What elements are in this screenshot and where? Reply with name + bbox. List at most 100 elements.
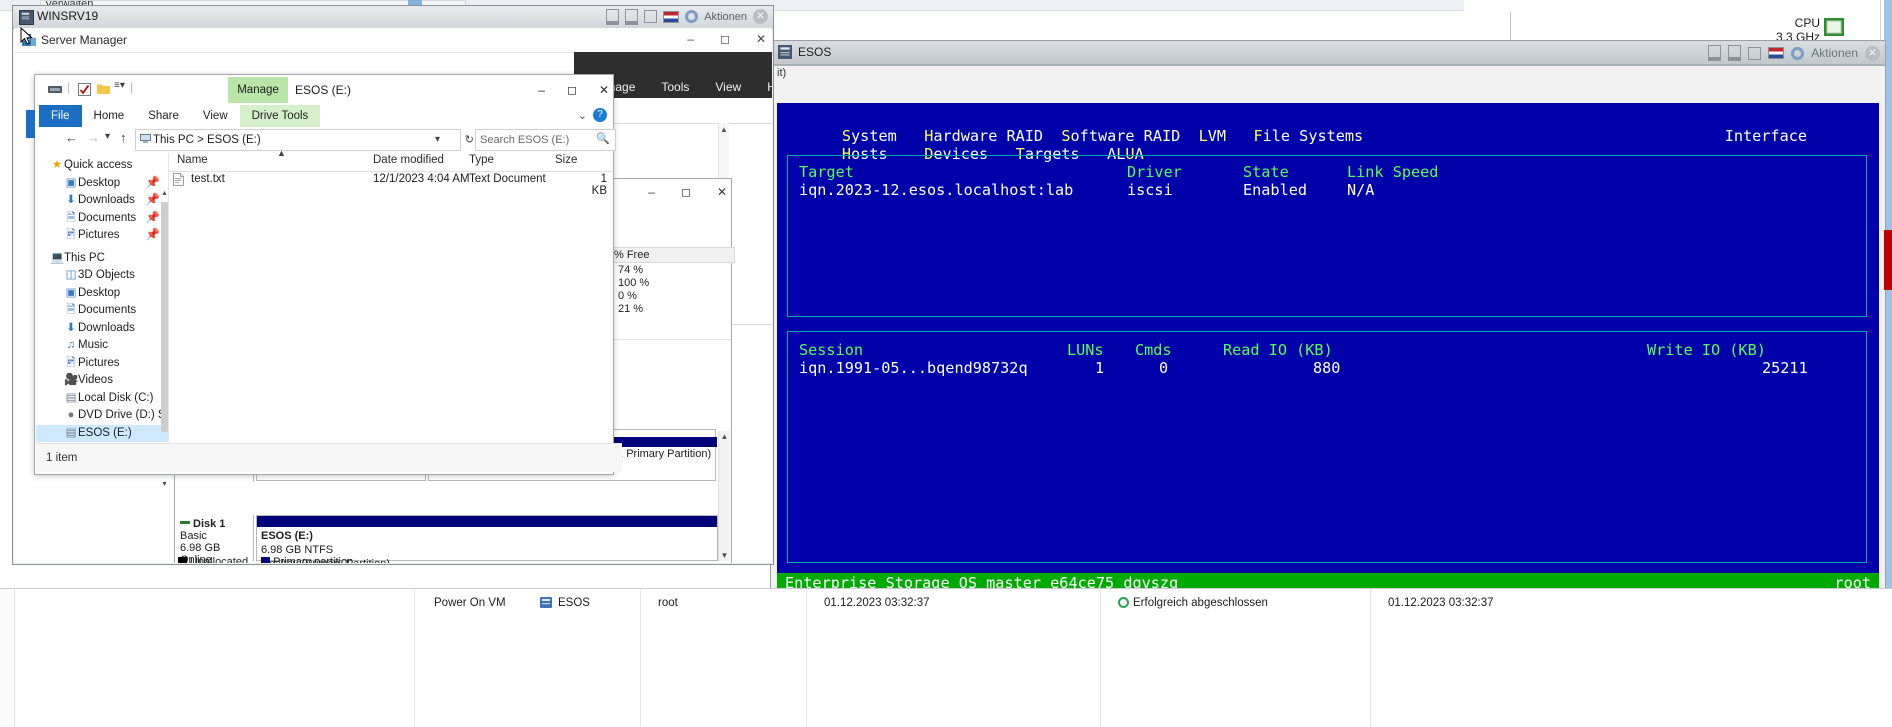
properties-check-icon[interactable] <box>78 83 91 99</box>
winsrv-titlebar-actions[interactable]: Aktionen ✕ <box>606 8 768 25</box>
nav-3d-objects[interactable]: ◫ 3D Objects <box>36 267 168 285</box>
disk-management-window-buttons[interactable]: – ◻ ✕ <box>617 185 727 203</box>
maximize-button-fe[interactable]: ◻ <box>567 83 577 97</box>
nav-documents[interactable]: 🗎 Documents <box>36 302 168 320</box>
gear-icon-winsrv[interactable] <box>685 10 699 23</box>
maximize-button-sm[interactable]: ◻ <box>720 32 730 50</box>
actions-label-winsrv[interactable]: Aktionen <box>704 11 747 23</box>
close-icon-winsrv[interactable]: ✕ <box>753 9 768 24</box>
nav-esos-e[interactable]: ▤ ESOS (E:) <box>36 424 168 442</box>
close-button-fe[interactable]: ✕ <box>599 83 609 97</box>
up-button[interactable]: ↑ <box>120 130 127 145</box>
search-input[interactable]: Search ESOS (E:) <box>475 129 616 151</box>
keyboard-layout-icon-winsrv[interactable] <box>663 10 680 23</box>
maximize-window-icon-winsrv[interactable] <box>644 10 658 23</box>
esos-actions-2[interactable]: Aktionen ✕ <box>1708 45 1880 61</box>
nav-videos[interactable]: 🎥Videos <box>36 372 168 390</box>
volume-selection-bar[interactable] <box>613 437 717 447</box>
file-name[interactable]: test.txt <box>191 173 225 185</box>
gear-icon-2[interactable] <box>1791 46 1805 60</box>
column-size[interactable]: Size <box>555 154 577 166</box>
contextual-tab-manage[interactable]: Manage <box>228 77 288 103</box>
file-explorer-window[interactable]: | ≡▾ | Manage ESOS (E:) – ◻ ✕ File Home … <box>34 74 622 488</box>
hyperv-vm-list[interactable]: Power On VM ESOS root 01.12.2023 03:32:3… <box>0 588 1892 727</box>
keyboard-layout-icon-2[interactable] <box>1768 47 1785 59</box>
nav-local-disk-c[interactable]: ▤ Local Disk (C:) <box>36 390 168 408</box>
scroll-down-icon-nav[interactable]: ▼ <box>160 481 169 490</box>
disk-management-scrollbar[interactable]: ▲ ▼ <box>718 431 730 561</box>
nav-desktop-quick[interactable]: ▣ Desktop 📌 <box>36 175 168 193</box>
search-icon[interactable]: 🔍 <box>596 132 610 145</box>
server-manager-menubar[interactable]: Manage Tools View Help <box>592 80 772 94</box>
table-row[interactable]: test.txt 12/1/2023 4:04 AM Text Document… <box>173 173 607 197</box>
column-type[interactable]: Type <box>469 154 494 166</box>
back-button[interactable]: ← <box>65 130 78 145</box>
restore-down-icon-2[interactable] <box>1708 45 1722 61</box>
refresh-icon[interactable]: ↻ <box>465 130 474 150</box>
server-manager-window-buttons[interactable]: – ◻ ✕ <box>646 32 766 50</box>
nav-this-pc[interactable]: 💻This PC <box>36 250 168 268</box>
maximize-window-icon-2[interactable] <box>1748 46 1762 60</box>
nav-dvd-drive-d[interactable]: ● DVD Drive (D:) S1 <box>36 407 168 425</box>
ribbon-collapse-icon[interactable]: ⌄ <box>578 109 587 122</box>
scroll-up-icon-nav[interactable]: ▲ <box>160 190 169 199</box>
scroll-up-icon-dm[interactable]: ▲ <box>720 432 729 441</box>
path-dropdown-icon[interactable]: ▾ <box>435 130 440 150</box>
column-name[interactable]: Name <box>177 154 208 166</box>
file-list-column-headers[interactable]: Name ▲ Date modified Type Size <box>169 148 613 172</box>
menu-view[interactable]: View <box>715 80 741 94</box>
tab-view[interactable]: View <box>191 105 240 127</box>
scroll-up-icon[interactable]: ▲ <box>720 125 728 134</box>
disk-1-graph-row[interactable]: Disk 1 Basic 6.98 GB Online ESOS (E:) 6.… <box>176 515 730 563</box>
nav-pictures-quick[interactable]: 🖻 Pictures 📌 <box>36 227 168 245</box>
file-explorer-tabs[interactable]: File Home Share View Drive Tools <box>39 105 321 127</box>
address-path-field[interactable]: This PC > ESOS (E:) ▾ ↻ <box>135 129 474 151</box>
minimize-window-icon-winsrv[interactable] <box>625 8 639 25</box>
target-row-target[interactable]: iqn.2023-12.esos.localhost:lab <box>799 181 1073 199</box>
column-date-modified[interactable]: Date modified <box>373 154 444 166</box>
tab-drive-tools[interactable]: Drive Tools <box>239 105 321 127</box>
disk-1-partition-esos[interactable]: ESOS (E:) 6.98 GB NTFS Healthy (Primary … <box>256 515 718 563</box>
esos-terminal-screen[interactable]: System Hardware RAID Software RAID LVM F… <box>777 103 1879 573</box>
restore-down-icon-winsrv[interactable] <box>606 8 620 25</box>
esos-menu-interface[interactable]: Interface <box>1725 127 1807 145</box>
vmconnect-window-esos[interactable]: ESOS Aktionen ✕ it) System Hardware RAID… <box>770 40 1886 598</box>
recent-locations-icon[interactable]: ▾ <box>105 131 110 142</box>
nav-scroll-thumb[interactable] <box>161 202 168 432</box>
vmconnect-window-winsrv19[interactable]: WINSRV19 Aktionen ✕ Server Manager – ◻ ✕ <box>12 5 774 565</box>
minimize-button-sm[interactable]: – <box>687 32 694 50</box>
nav-music[interactable]: ♫ Music <box>36 337 168 355</box>
minimize-window-icon-2[interactable] <box>1728 45 1742 61</box>
tab-home[interactable]: Home <box>82 105 137 127</box>
tab-file[interactable]: File <box>39 105 82 127</box>
close-button-sm[interactable]: ✕ <box>756 32 766 50</box>
menu-item-lvm[interactable]: VM <box>1208 127 1226 145</box>
nav-documents-quick[interactable]: 🗎 Documents 📌 <box>36 210 168 228</box>
scroll-down-icon-dm[interactable]: ▼ <box>720 551 729 560</box>
minimize-button-dm[interactable]: – <box>648 185 655 203</box>
forward-button[interactable]: → <box>87 130 100 145</box>
nav-downloads-quick[interactable]: ⬇ Downloads 📌 <box>36 192 168 210</box>
nav-downloads[interactable]: ⬇ Downloads <box>36 320 168 338</box>
tab-share[interactable]: Share <box>136 105 191 127</box>
file-explorer-window-buttons[interactable]: – ◻ ✕ <box>499 77 609 103</box>
help-icon[interactable]: ? <box>593 108 607 122</box>
winsrv-window-titlebar[interactable]: WINSRV19 Aktionen ✕ <box>13 6 773 29</box>
nav-quick-access[interactable]: ★ Quick access <box>36 157 168 175</box>
maximize-button-dm[interactable]: ◻ <box>681 185 691 203</box>
volume-percent-free-header[interactable]: % Free <box>610 247 735 263</box>
new-folder-icon[interactable] <box>97 83 110 98</box>
menu-help[interactable]: Help <box>767 80 772 94</box>
nav-pictures[interactable]: 🖻 Pictures <box>36 355 168 373</box>
session-row-session[interactable]: iqn.1991-05...bqend98732q <box>799 359 1028 377</box>
winsrv-guest-screen[interactable]: Server Manager – ◻ ✕ Manage Tools View H… <box>14 28 772 563</box>
file-explorer-navigation-pane[interactable]: ★ Quick access ▣ Desktop 📌 ⬇ Downloads 📌 🗎 Doc… <box>36 153 169 443</box>
nav-desktop[interactable]: ▣ Desktop <box>36 285 168 303</box>
table-row[interactable]: Power On VM ESOS root 01.12.2023 03:32:3… <box>0 597 1892 615</box>
minimize-button-fe[interactable]: – <box>538 83 545 97</box>
menu-tools[interactable]: Tools <box>661 80 689 94</box>
chevron-down-icon-qat[interactable]: ≡▾ <box>114 80 125 91</box>
close-icon-2[interactable]: ✕ <box>1865 45 1880 61</box>
close-button-dm[interactable]: ✕ <box>717 185 727 203</box>
menu-item-file-systems[interactable]: ile Systems <box>1263 127 1364 145</box>
